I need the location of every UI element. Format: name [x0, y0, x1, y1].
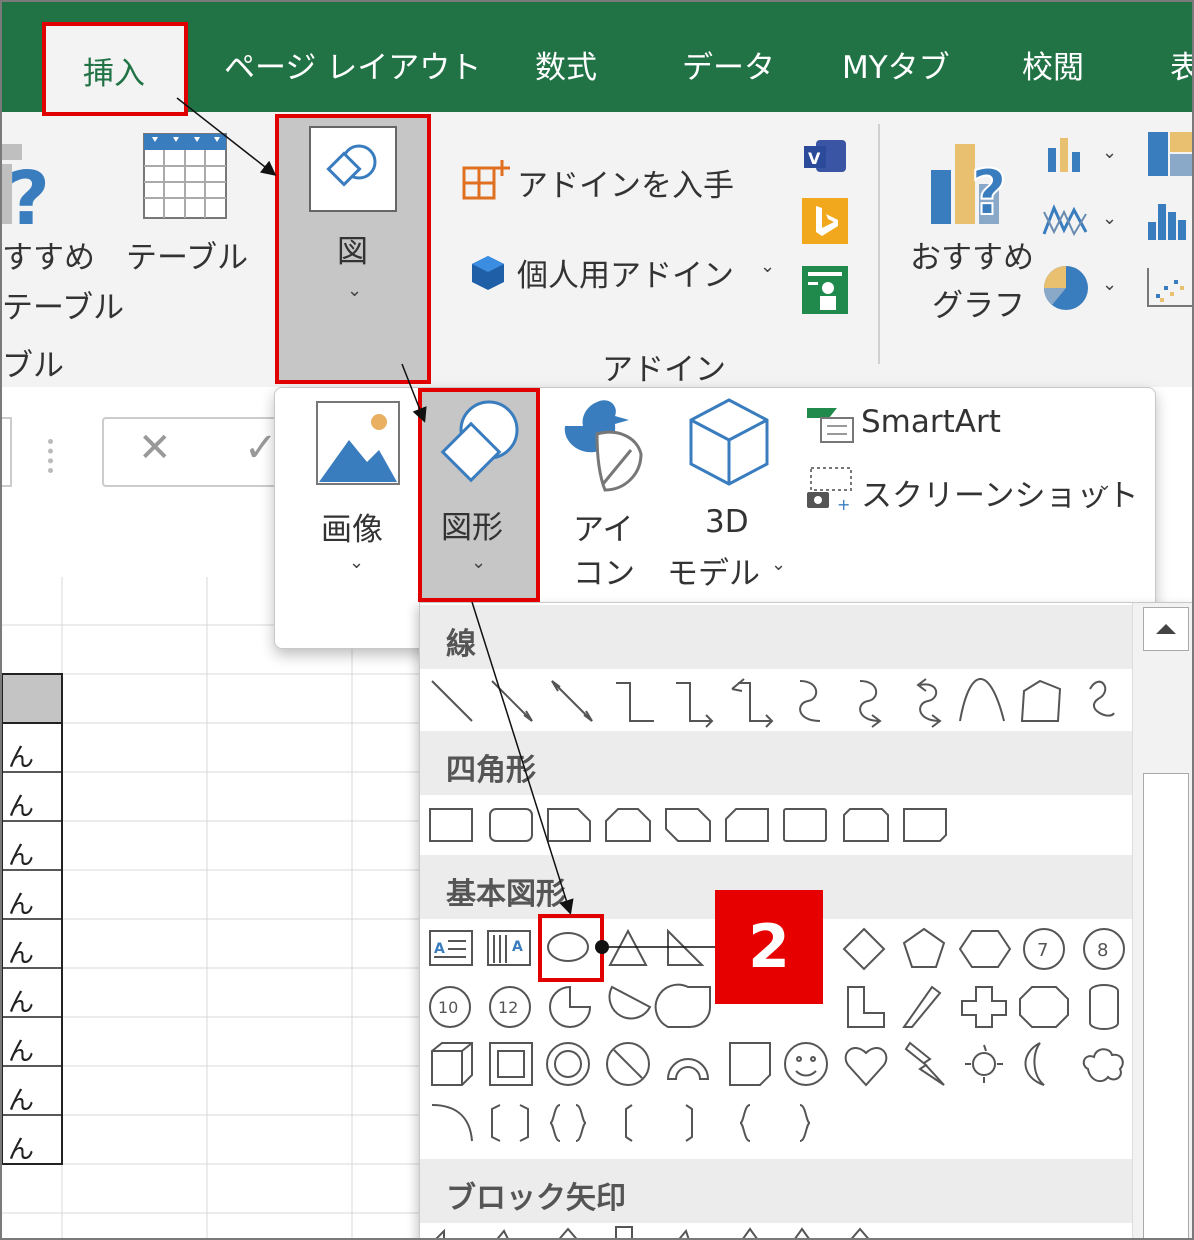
step-badge: 2 — [715, 890, 823, 1004]
annotation-arrows — [176, 97, 716, 954]
screenshot-frame: 挿入 ページ レイアウト 数式 データ MYタブ 校閲 表 ? すすめ テーブル… — [0, 0, 1194, 1240]
